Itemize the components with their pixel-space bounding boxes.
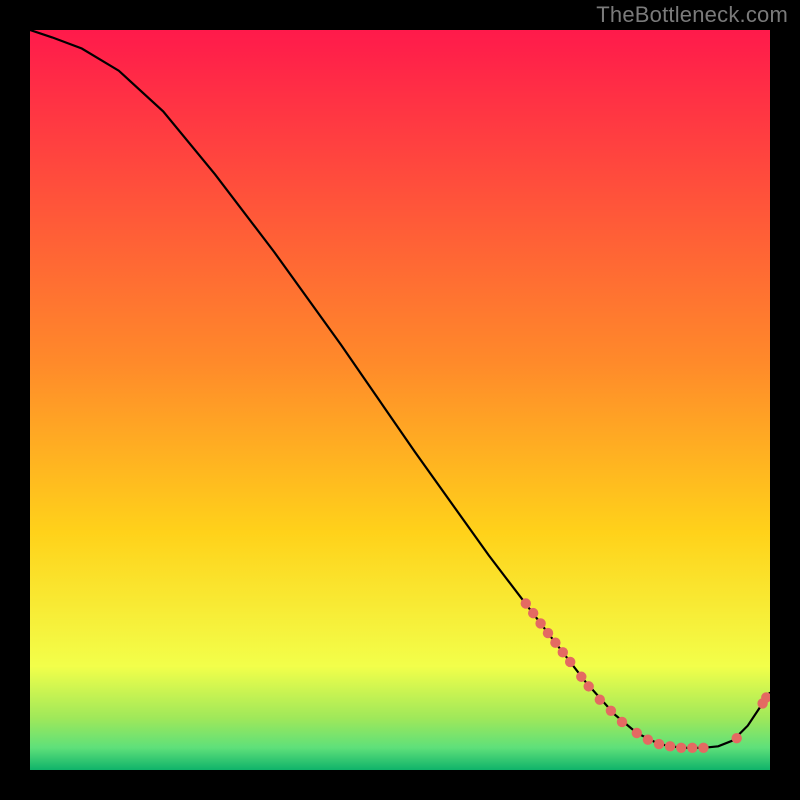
chart-overlay [30,30,770,770]
data-point [521,598,531,608]
data-point [595,695,605,705]
data-point [550,638,560,648]
data-point [654,739,664,749]
data-point [676,743,686,753]
data-point [576,672,586,682]
data-point [732,733,742,743]
data-point [558,647,568,657]
data-point [606,706,616,716]
data-point [584,681,594,691]
data-points [521,598,770,753]
data-point [543,628,553,638]
data-point [617,717,627,727]
data-point [565,657,575,667]
chart-frame: TheBottleneck.com [0,0,800,800]
watermark-text: TheBottleneck.com [596,2,788,28]
data-point [698,743,708,753]
data-point [665,741,675,751]
data-point [643,734,653,744]
data-point [528,608,538,618]
plot-area [30,30,770,770]
data-point [632,728,642,738]
data-point [535,618,545,628]
main-curve [30,30,770,748]
data-point [687,743,697,753]
